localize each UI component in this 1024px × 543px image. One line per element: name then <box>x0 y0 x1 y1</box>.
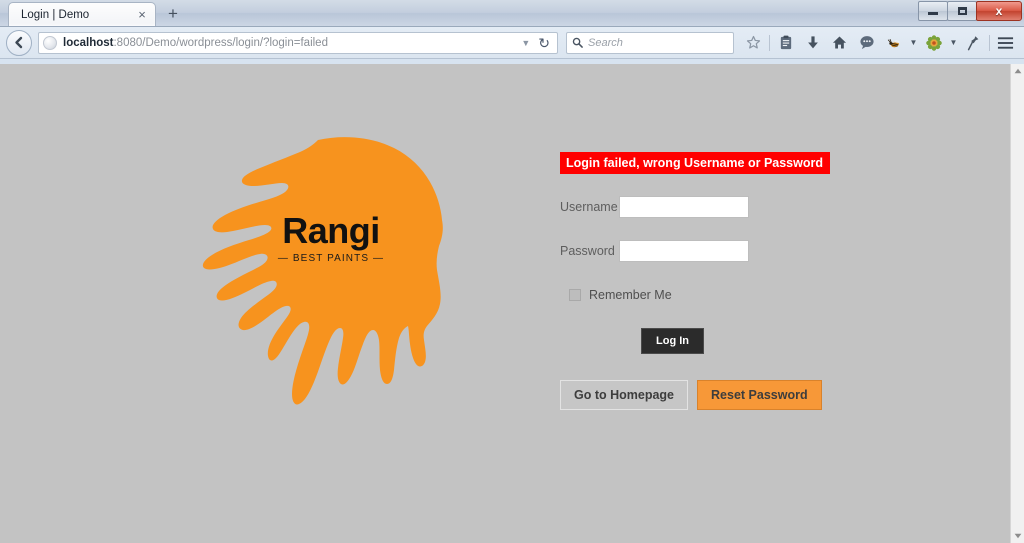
new-tab-button[interactable]: + <box>160 4 186 26</box>
close-window-button[interactable]: x <box>976 1 1022 21</box>
minimize-icon <box>928 12 938 15</box>
go-to-homepage-button[interactable]: Go to Homepage <box>560 380 689 410</box>
maximize-icon <box>957 7 967 15</box>
remember-me-row: Remember Me <box>569 288 880 302</box>
chevron-down-icon[interactable]: ▼ <box>516 38 535 48</box>
log-in-button[interactable]: Log In <box>641 328 704 354</box>
url-path: :8080/Demo/wordpress/login/?login=failed <box>113 36 328 49</box>
scroll-up-arrow-icon[interactable] <box>1011 64 1024 78</box>
toolbar-separator <box>769 34 770 51</box>
reading-list-icon[interactable] <box>772 31 799 55</box>
vertical-scrollbar[interactable] <box>1010 64 1024 543</box>
page-viewport: Rangi — BEST PAINTS — Login failed, wron… <box>0 64 1024 543</box>
search-icon <box>572 37 583 48</box>
pin-tool-icon[interactable] <box>960 31 987 55</box>
remember-me-label: Remember Me <box>589 288 672 302</box>
browser-window: Login | Demo × + x localhost:8080/Demo/w… <box>0 0 1024 543</box>
extension-bee-dropdown-icon[interactable]: ▼ <box>907 31 920 55</box>
window-controls: x <box>918 1 1022 21</box>
password-row: Password <box>560 240 880 262</box>
navigation-toolbar: localhost:8080/Demo/wordpress/login/?log… <box>0 27 1024 59</box>
search-bar[interactable]: Search <box>566 31 734 54</box>
username-label: Username <box>560 200 618 214</box>
login-form: Login failed, wrong Username or Password… <box>560 152 880 410</box>
site-favicon-icon <box>43 35 57 50</box>
login-error-banner: Login failed, wrong Username or Password <box>560 152 830 174</box>
remember-me-checkbox[interactable] <box>569 289 581 301</box>
toolbar-separator-2 <box>989 34 990 51</box>
extension-flower-icon[interactable] <box>920 31 947 55</box>
downloads-icon[interactable] <box>799 31 826 55</box>
reload-icon[interactable]: ↻ <box>535 36 553 50</box>
reset-password-button[interactable]: Reset Password <box>697 380 822 410</box>
secondary-actions-row: Go to Homepage Reset Password <box>560 380 880 410</box>
login-button-row: Log In <box>560 328 880 354</box>
extension-bee-icon[interactable] <box>880 31 907 55</box>
extension-flower-dropdown-icon[interactable]: ▼ <box>947 31 960 55</box>
username-input[interactable] <box>619 196 749 218</box>
rangi-logo: Rangi — BEST PAINTS — <box>196 134 466 409</box>
password-input[interactable] <box>619 240 749 262</box>
back-arrow-icon <box>14 36 22 49</box>
address-bar[interactable]: localhost:8080/Demo/wordpress/login/?log… <box>38 31 558 54</box>
password-label: Password <box>560 244 615 258</box>
home-icon[interactable] <box>826 31 853 55</box>
title-bar: Login | Demo × + x <box>0 0 1024 27</box>
hamburger-menu-icon[interactable] <box>992 31 1019 55</box>
bookmark-star-icon[interactable] <box>740 31 767 55</box>
username-row: Username <box>560 196 880 218</box>
toolbar-icons: ▼ ▼ <box>740 31 1019 55</box>
url-host: localhost <box>63 36 114 49</box>
minimize-button[interactable] <box>918 1 948 21</box>
url-text: localhost:8080/Demo/wordpress/login/?log… <box>63 37 516 49</box>
page-content: Rangi — BEST PAINTS — Login failed, wron… <box>0 64 1010 543</box>
scroll-down-arrow-icon[interactable] <box>1011 529 1024 543</box>
close-window-icon: x <box>995 4 1003 18</box>
browser-tab[interactable]: Login | Demo × <box>8 2 156 26</box>
search-placeholder: Search <box>588 36 623 49</box>
tab-strip: Login | Demo × + <box>0 0 186 26</box>
tab-title: Login | Demo <box>21 8 90 21</box>
close-icon[interactable]: × <box>135 8 149 22</box>
paint-splatter-icon <box>202 137 443 405</box>
back-button[interactable] <box>6 29 32 56</box>
chat-bubble-icon[interactable] <box>853 31 880 55</box>
maximize-button[interactable] <box>947 1 977 21</box>
